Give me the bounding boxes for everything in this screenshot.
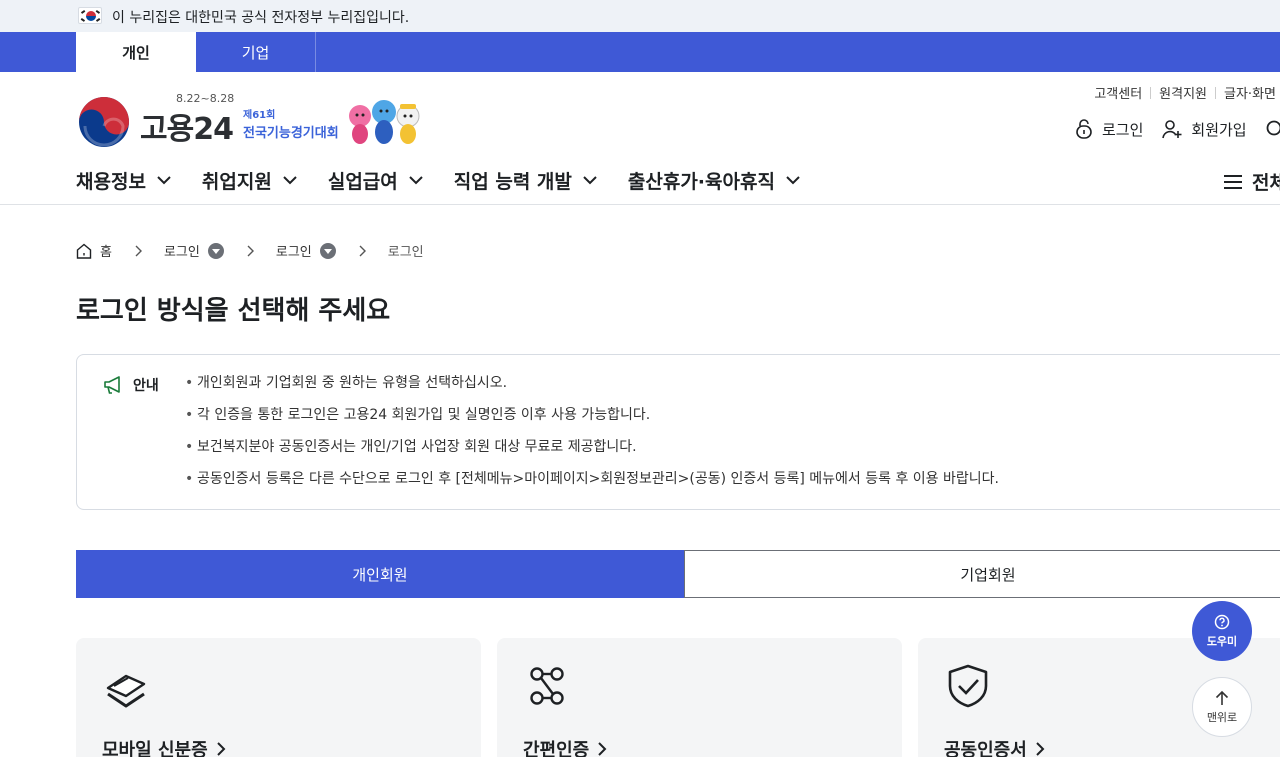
chevron-right-icon [598,742,607,756]
breadcrumb-level2[interactable]: 로그인 [276,241,336,260]
notice-list: 개인회원과 기업회원 중 원하는 유형을 선택하십시오. 각 인증을 통한 로그… [185,373,999,501]
tab-personal[interactable]: 개인 [76,32,196,72]
breadcrumb-level1[interactable]: 로그인 [164,241,224,260]
notice-item: 보건복지분야 공동인증서는 개인/기업 사업장 회원 대상 무료로 제공합니다. [185,437,999,469]
government-emblem-icon [79,97,129,147]
simple-auth-label: 간편인증 [523,740,590,757]
nav-label: 채용정보 [76,170,146,193]
certificate-label: 공동인증서 [944,740,1027,757]
breadcrumb-home-label: 홈 [100,245,112,260]
tab-personal-member[interactable]: 개인회원 [76,550,684,598]
contest-name: 전국기능경기대회 [243,126,339,141]
header-divider [0,204,1280,205]
shield-check-icon [948,664,988,708]
contest-ordinal: 제61회 [243,110,276,121]
login-card-mobile-id[interactable]: 모바일 신분증 [76,638,481,757]
gov-banner: 이 누리집은 대한민국 공식 전자정부 누리집입니다. [0,0,1280,32]
korea-flag-icon [78,7,102,24]
nav-parental-leave[interactable]: 출산휴가·육아휴직 [628,167,801,194]
chevron-right-icon [359,245,366,256]
signup-button[interactable]: 회원가입 [1161,119,1247,140]
breadcrumb-home[interactable]: 홈 [76,241,112,260]
megaphone-icon [104,376,120,394]
login-card-label: 간편인증 [523,736,607,757]
login-card-simple-auth[interactable]: 간편인증 [497,638,902,757]
global-nav: 채용정보 취업지원 실업급여 직업 능력 개발 출산휴가·육아휴직 [76,166,831,194]
chevron-down-icon [157,176,171,185]
breadcrumb-level1-label: 로그인 [163,245,200,260]
question-circle-icon [1214,614,1230,629]
notice-item: 공동인증서 등록은 다른 수단으로 로그인 후 [전체메뉴>마이페이지>회원정보… [185,469,999,501]
chevron-right-icon [216,742,226,756]
chevron-down-icon [786,176,800,185]
helper-button[interactable]: 도우미 [1192,601,1252,661]
divider [1150,86,1152,99]
divider [1215,86,1217,99]
site-logo[interactable]: 8.22~8.28 고용24 제61회 전국기능경기대회 [78,92,438,148]
tab-business-member[interactable]: 기업회원 [683,550,1280,598]
notice-item: 개인회원과 기업회원 중 원하는 유형을 선택하십시오. [185,373,999,405]
breadcrumb-level2-label: 로그인 [275,245,312,260]
mascots-image [349,100,420,144]
nav-label: 출산휴가·육아휴직 [627,170,775,193]
remote-support-link[interactable]: 원격지원 [1159,83,1207,102]
hamburger-icon [1224,174,1242,189]
nav-label: 직업 능력 개발 [453,170,572,193]
chevron-right-icon [135,245,142,256]
dropdown-icon[interactable] [207,242,224,259]
helper-label: 도우미 [1206,634,1238,648]
chevron-down-icon [583,176,597,185]
brand-name: 고용24 [140,112,234,147]
simple-auth-icon [530,667,564,705]
nav-label: 실업급여 [327,170,398,193]
text-screen-link[interactable]: 글자·화면 [1224,83,1276,102]
contest-title: 제61회 전국기능경기대회 [243,106,339,141]
login-card-label: 모바일 신분증 [102,736,226,757]
page-title: 로그인 방식을 선택해 주세요 [76,296,391,326]
search-icon[interactable] [1265,119,1280,139]
mobile-id-icon [106,674,146,708]
home-icon [76,243,92,259]
breadcrumb-current: 로그인 [388,241,424,260]
chevron-right-icon [1036,742,1045,756]
login-card-label: 공동인증서 [944,736,1045,757]
utility-actions: 로그인 회원가입 [1074,118,1280,140]
scroll-top-button[interactable]: 맨위로 [1192,677,1252,737]
arrow-up-icon [1215,690,1229,705]
login-button[interactable]: 로그인 [1074,118,1143,140]
nav-employment-support[interactable]: 취업지원 [202,167,298,194]
nav-skill-development[interactable]: 직업 능력 개발 [454,167,598,194]
login-label: 로그인 [1102,120,1144,139]
lock-icon [1076,119,1092,139]
add-user-icon [1162,120,1182,139]
utility-links: 고객센터 원격지원 글자·화면 [1094,83,1276,102]
breadcrumb-current-label: 로그인 [387,245,424,260]
mobile-id-label: 모바일 신분증 [102,740,208,757]
nav-unemployment-benefit[interactable]: 실업급여 [328,167,424,194]
member-type-tabs: 개인회원 기업회원 [76,550,1280,598]
breadcrumb: 홈 로그인 로그인 로그인 [76,241,424,260]
chevron-down-icon [409,176,423,185]
nav-jobs[interactable]: 채용정보 [76,167,172,194]
dropdown-icon[interactable] [319,242,336,259]
user-type-bar: 개인 기업 [0,32,1280,72]
chevron-right-icon [247,245,254,256]
signup-label: 회원가입 [1191,120,1247,139]
all-menu-label: 전체 [1252,172,1280,194]
chevron-down-icon [283,176,297,185]
gov-banner-text: 이 누리집은 대한민국 공식 전자정부 누리집입니다. [112,10,410,26]
all-menu-button[interactable]: 전체 [1224,168,1280,195]
scroll-top-label: 맨위로 [1206,710,1238,724]
nav-label: 취업지원 [201,170,272,193]
notice-box: 안내 개인회원과 기업회원 중 원하는 유형을 선택하십시오. 각 인증을 통한… [76,354,1280,510]
notice-title: 안내 [133,378,159,394]
customer-center-link[interactable]: 고객센터 [1094,83,1142,102]
notice-item: 각 인증을 통한 로그인은 고용24 회원가입 및 실명인증 이후 사용 가능합… [185,405,999,437]
tab-business[interactable]: 기업 [196,32,316,72]
